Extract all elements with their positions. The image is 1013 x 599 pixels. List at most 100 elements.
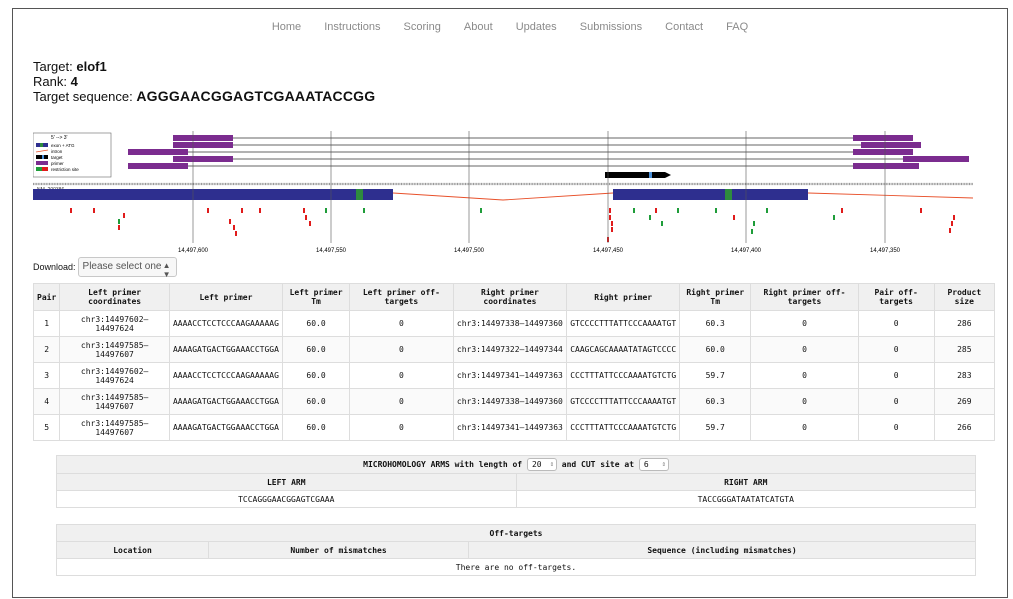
microhomology-title: MICROHOMOLOGY ARMS with length of 20 ⇕ an… [56,455,976,474]
table-cell: 0 [857,336,935,363]
table-cell: chr3:14497585–14497607 [59,388,170,415]
table-cell: 0 [750,414,859,441]
left-arm-header: LEFT ARM [56,473,517,491]
axis-tick-label: 14,497,500 [454,248,485,254]
table-cell: AAAACCTCCTCCCAAGAAAAAG [168,362,283,389]
axis-tick-label: 14,497,550 [316,248,347,254]
table-cell: 269 [933,388,996,415]
table-row: 2 chr3:14497585–14497607 AAAAGATGACTGGAAAC… [32,336,996,363]
rank-line: Rank: 4 [33,74,78,89]
table-cell: 59.7 [679,414,752,441]
restriction-site-mark [715,208,717,213]
axis-tick-label: 14,497,450 [593,248,624,254]
restriction-site-mark [753,221,755,226]
download-label: Download: [33,262,76,272]
gene-visualization: 5' --> 3' exon + ATG intron target prime… [33,131,973,254]
restriction-site-mark [229,219,231,224]
table-cell: 60.0 [281,336,351,363]
arm-length-input[interactable]: 20 ⇕ [526,458,557,471]
restriction-site-mark [235,231,237,236]
table-cell: chr3:14497602–14497624 [59,310,170,337]
restriction-site-mark [733,215,735,220]
restriction-site-mark [93,208,95,213]
table-cell: 60.3 [679,310,752,337]
table-cell: 285 [933,336,996,363]
primer-col-header: Pair off-targets [857,283,935,311]
table-cell: 0 [349,414,454,441]
table-cell: 0 [349,362,454,389]
restriction-site-mark [118,219,120,224]
primer-table-body: 1 chr3:14497602–14497624 AAAACCTCCTCCCAAGA… [32,310,996,441]
top-nav: Home Instructions Scoring About Updates … [13,21,1007,33]
table-cell: 286 [933,310,996,337]
nav-about[interactable]: About [464,21,493,33]
download-select[interactable]: Please select one ▲ ▼ [77,257,177,279]
restriction-site-mark [70,208,72,213]
primer-table: Pair Left primer coordinates Left primer Le… [32,283,996,441]
target-header: Target: elof1 Rank: 4 Target sequence: A… [33,59,375,104]
svg-text:restriction site: restriction site [51,167,79,172]
svg-text:primer: primer [51,161,64,166]
table-cell: 60.3 [679,388,752,415]
restriction-site-mark [766,208,768,213]
table-cell: GTCCCCTTTATTCCCAAAATGT [566,310,681,337]
restriction-site-mark [833,215,835,220]
table-cell: chr3:14497585–14497607 [59,414,170,441]
restriction-site-mark [480,208,482,213]
right-arm-header: RIGHT ARM [515,473,976,491]
nav-updates[interactable]: Updates [516,21,557,33]
table-cell: 0 [857,362,935,389]
table-cell: chr3:14497341–14497363 [452,362,568,389]
table-cell: 59.7 [679,362,752,389]
restriction-sites [70,208,955,242]
table-cell: 0 [750,336,859,363]
restriction-site-mark [751,229,753,234]
table-cell: 60.0 [281,362,351,389]
restriction-site-mark [305,215,307,220]
svg-text:exon + ATG: exon + ATG [51,143,75,148]
axis-tick-label: 14,497,600 [178,248,209,254]
restriction-site-mark [259,208,261,213]
target-site [605,172,671,178]
cut-site-input[interactable]: 6 ⇕ [638,458,669,471]
table-cell: 2 [32,336,61,363]
legend-direction: 5' --> 3' [51,135,68,141]
restriction-site-mark [325,208,327,213]
table-cell: chr3:14497322–14497344 [452,336,568,363]
restriction-site-mark [649,215,651,220]
table-cell: 60.0 [679,336,752,363]
nav-instructions[interactable]: Instructions [324,21,380,33]
table-cell: 0 [750,388,859,415]
restriction-site-mark [841,208,843,213]
restriction-site-mark [611,227,613,232]
download-control: Download: Please select one ▲ ▼ [33,257,177,279]
table-cell: GTCCCCTTTATTCCCAAAATGT [566,388,681,415]
spinner-icon: ⇕ [549,460,554,468]
nav-contact[interactable]: Contact [665,21,703,33]
primer-col-header: Right primer [566,283,681,311]
restriction-site-mark [233,225,235,230]
table-cell: 60.0 [281,310,351,337]
axis-tick-label: 14,497,400 [731,248,762,254]
table-cell: 0 [750,362,859,389]
nav-submissions[interactable]: Submissions [580,21,642,33]
gene-model [33,189,973,201]
primer-col-header: Product size [933,283,996,311]
restriction-site-mark [241,208,243,213]
right-arm-sequence: TACCGGGATAATATCATGTA [515,490,976,508]
primer-col-header: Right primer Tm [679,283,752,311]
nav-scoring[interactable]: Scoring [404,21,441,33]
target-line: Target: elof1 [33,59,107,74]
restriction-site-mark [951,221,953,226]
restriction-site-mark [661,221,663,226]
table-cell: 5 [32,414,61,441]
axis-tick-label: 14,497,350 [870,248,901,254]
nav-faq[interactable]: FAQ [726,21,748,33]
offtargets-table: Off-targets Location Number of mismatche… [56,524,976,576]
table-cell: AAAAGATGACTGGAAACCTGGA [168,336,283,363]
table-cell: 1 [32,310,61,337]
nav-home[interactable]: Home [272,21,301,33]
table-cell: AAAACCTCCTCCCAAGAAAAAG [168,310,283,337]
table-cell: 0 [857,388,935,415]
table-cell: chr3:14497341–14497363 [452,414,568,441]
